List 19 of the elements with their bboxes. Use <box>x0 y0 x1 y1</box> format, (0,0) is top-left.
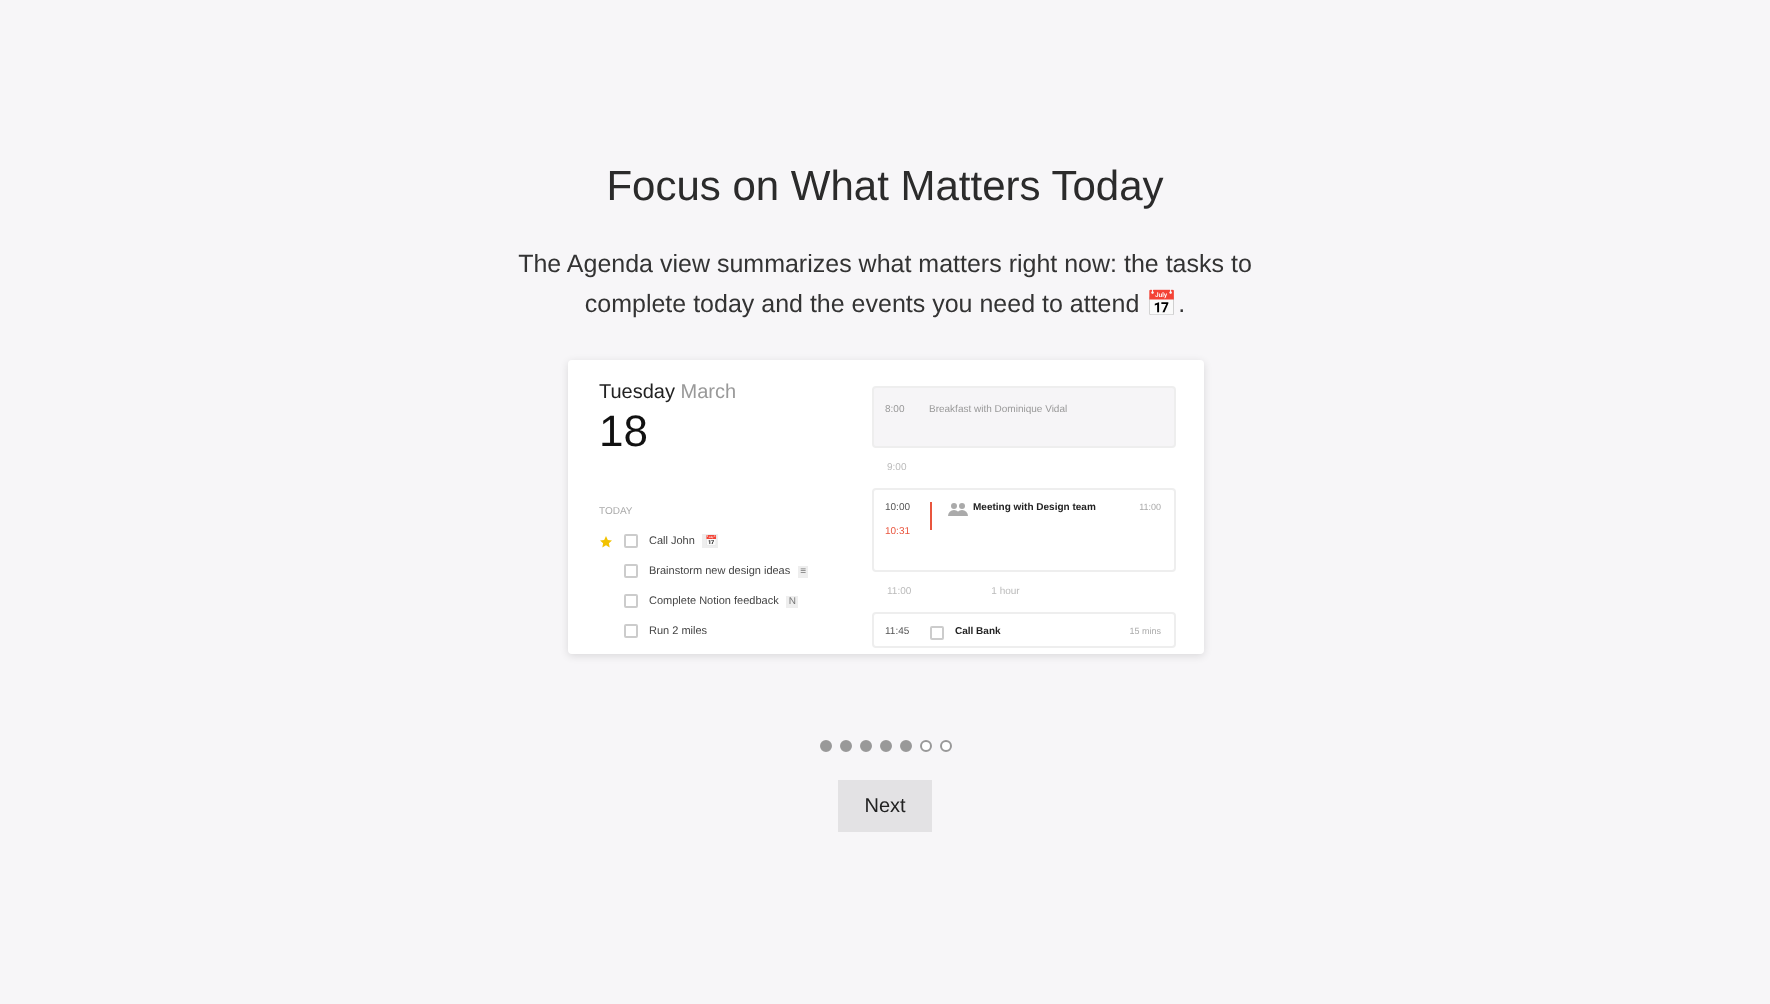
step-dot[interactable] <box>879 740 891 752</box>
step-dot[interactable] <box>939 740 951 752</box>
people-icon <box>947 502 967 516</box>
step-dot[interactable] <box>899 740 911 752</box>
weekday-text: Tuesday <box>599 382 675 404</box>
next-button[interactable]: Next <box>838 780 932 832</box>
task-checkbox[interactable] <box>623 594 637 608</box>
task-checkbox[interactable] <box>623 624 637 638</box>
day-number: 18 <box>599 406 650 458</box>
step-dot[interactable] <box>859 740 871 752</box>
description-text: The Agenda view summarizes what matters right now: the tasks to complete today and the events you need to attend 📅. <box>516 248 1254 322</box>
step-dot[interactable] <box>919 740 931 752</box>
month-text: March <box>680 382 737 404</box>
step-dot[interactable] <box>839 740 851 752</box>
task-checkbox[interactable] <box>623 534 637 548</box>
page-title: Focus on What Matters Today <box>606 164 1164 212</box>
step-dot[interactable] <box>819 740 831 752</box>
task-checkbox[interactable] <box>623 564 637 578</box>
task-checkbox[interactable] <box>929 626 943 640</box>
